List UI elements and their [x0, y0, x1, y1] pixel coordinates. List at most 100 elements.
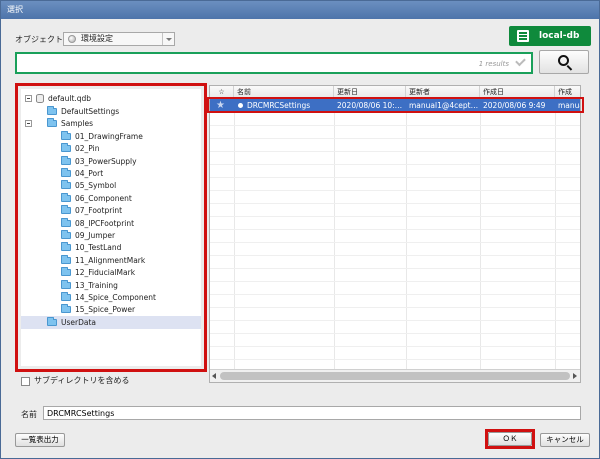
grid-row-line	[210, 164, 580, 165]
tree-node[interactable]: 14_Spice_Component	[21, 291, 201, 304]
folder-icon	[61, 217, 71, 227]
tree-node[interactable]: 07_Footprint	[21, 204, 201, 217]
export-list-button[interactable]: 一覧表出力	[15, 433, 65, 447]
database-file-icon	[36, 94, 44, 103]
tree-highlight: default.qdb DefaultSettings Samples 01_Dra…	[15, 83, 207, 372]
tree-node-label: 10_TestLand	[75, 243, 122, 253]
tree-node[interactable]: DefaultSettings	[21, 105, 201, 118]
tree-node-root[interactable]: default.qdb	[21, 92, 201, 105]
grid-row-line	[210, 216, 580, 217]
tree-node[interactable]: 06_Component	[21, 192, 201, 205]
grid-column-line	[334, 99, 335, 369]
db-button-label: local-db	[539, 31, 580, 41]
tree-node[interactable]: 02_Pin	[21, 142, 201, 155]
grid-row-line	[210, 281, 580, 282]
folder-icon	[61, 180, 71, 190]
grid-row-line	[210, 177, 580, 178]
select-dialog: 選択 オブジェクト 環境設定 local-db 1 results defaul…	[0, 0, 600, 459]
folder-icon	[61, 205, 71, 215]
folder-icon	[47, 316, 57, 326]
grid-column-line	[480, 99, 481, 369]
search-input[interactable]	[19, 55, 459, 71]
tree-node-label: 11_AlignmentMark	[75, 255, 146, 265]
tree-node[interactable]: 11_AlignmentMark	[21, 254, 201, 267]
grid-header: ☆ 名前 更新日 更新者 作成日 作成	[210, 86, 580, 99]
grid-row-line	[210, 151, 580, 152]
horizontal-scrollbar[interactable]	[210, 369, 580, 382]
folder-icon	[61, 242, 71, 252]
folder-icon	[61, 279, 71, 289]
header-updated[interactable]: 更新日	[334, 86, 406, 99]
grid-row-line	[210, 203, 580, 204]
tree-node-label: 09_Jumper	[75, 231, 116, 240]
table-row[interactable]: ★ DRCMRCSettings 2020/08/06 10:… manual1…	[210, 99, 580, 112]
scroll-left-icon[interactable]	[212, 373, 216, 379]
grid-row-line	[210, 242, 580, 243]
object-select-value: 環境設定	[81, 34, 113, 43]
record-icon	[238, 103, 243, 108]
folder-icon	[47, 106, 57, 115]
tree-node-label: 01_DrawingFrame	[75, 131, 143, 141]
grid-row-line	[210, 359, 580, 360]
folder-icon	[61, 254, 71, 264]
search-icon	[558, 55, 569, 66]
header-creator[interactable]: 作成	[555, 86, 580, 99]
collapse-icon[interactable]	[25, 95, 32, 102]
tree-node[interactable]: 05_Symbol	[21, 179, 201, 192]
cell-creator: manual	[558, 101, 580, 110]
collapse-icon[interactable]	[25, 120, 32, 128]
local-db-button[interactable]: local-db	[509, 26, 591, 46]
tree-node-label: 03_PowerSupply	[75, 156, 137, 166]
grid-row-line	[210, 294, 580, 295]
folder-icon	[61, 155, 71, 165]
tree-node[interactable]: 15_Spice_Power	[21, 303, 201, 316]
grid-row-line	[210, 255, 580, 256]
tree-node[interactable]: 09_Jumper	[21, 229, 201, 242]
folder-icon	[61, 304, 71, 314]
chevron-down-icon[interactable]	[162, 33, 174, 45]
tree-node[interactable]: 13_Training	[21, 279, 201, 292]
header-created[interactable]: 作成日	[480, 86, 555, 99]
tree-node[interactable]: 01_DrawingFrame	[21, 130, 201, 143]
search-button[interactable]	[539, 50, 589, 74]
name-input[interactable]	[43, 406, 581, 420]
tree-node-label: 06_Component	[75, 193, 132, 203]
folder-tree[interactable]: default.qdb DefaultSettings Samples 01_Dra…	[21, 89, 201, 366]
cell-updater: manual1@4cept…	[409, 101, 479, 110]
tree-node[interactable]: 08_IPCFootprint	[21, 217, 201, 230]
grid-row-line	[210, 190, 580, 191]
grid-column-line	[555, 99, 556, 369]
tree-node[interactable]: 04_Port	[21, 167, 201, 180]
folder-icon	[61, 143, 71, 153]
folder-icon	[61, 130, 71, 140]
header-star[interactable]: ☆	[210, 86, 234, 99]
tree-node-label: 12_FiducialMark	[75, 268, 136, 278]
grid-column-line	[234, 99, 235, 369]
ok-button[interactable]: ＯＫ	[488, 432, 532, 446]
check-icon	[515, 55, 526, 67]
tree-node[interactable]: 12_FiducialMark	[21, 266, 201, 279]
cancel-button[interactable]: キャンセル	[540, 433, 590, 447]
grid-row-line	[210, 333, 580, 334]
tree-node[interactable]: UserData	[21, 315, 201, 329]
scroll-right-icon[interactable]	[573, 373, 577, 379]
search-box: 1 results	[15, 52, 533, 74]
tree-node[interactable]: Samples	[21, 117, 201, 130]
folder-icon	[61, 292, 71, 301]
tree-node-label: 05_Symbol	[75, 181, 117, 191]
star-icon[interactable]: ★	[216, 99, 225, 112]
result-count: 1 results	[478, 60, 509, 68]
grid-row-line	[210, 268, 580, 269]
scrollbar-thumb[interactable]	[220, 372, 570, 380]
include-subdir-checkbox[interactable]	[21, 377, 30, 386]
tree-node-label: 15_Spice_Power	[75, 305, 136, 315]
header-updater[interactable]: 更新者	[406, 86, 480, 99]
cell-created: 2020/08/06 9:49	[483, 101, 546, 110]
object-select[interactable]: 環境設定	[63, 32, 175, 46]
grid-row-line	[210, 229, 580, 230]
file-grid: ☆ 名前 更新日 更新者 作成日 作成 ★ DRCMRCSettings 202…	[209, 85, 581, 383]
tree-node-label: 14_Spice_Component	[75, 293, 156, 302]
header-name[interactable]: 名前	[234, 86, 334, 99]
tree-node[interactable]: 10_TestLand	[21, 241, 201, 254]
tree-node[interactable]: 03_PowerSupply	[21, 155, 201, 168]
